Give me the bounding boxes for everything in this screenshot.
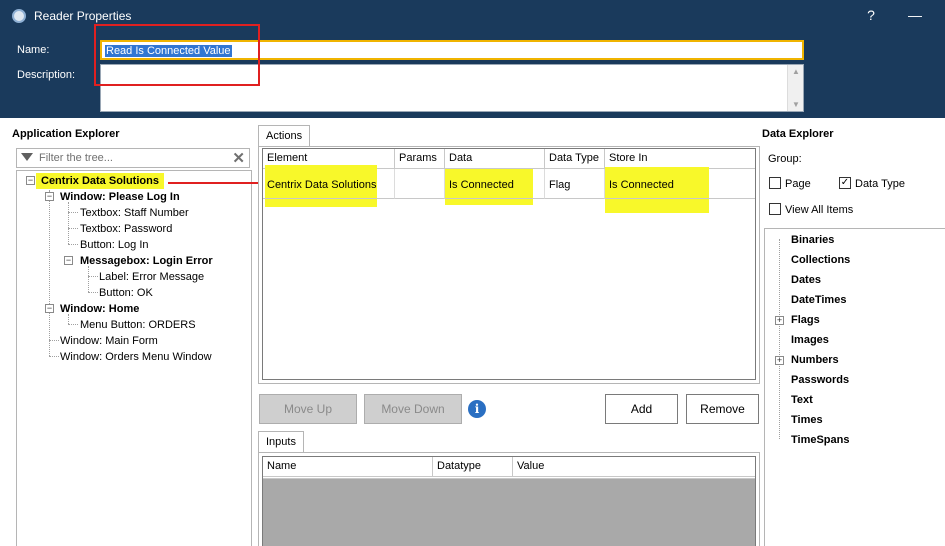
tree-node[interactable]: Window: Main Form [60, 335, 158, 347]
move-down-button[interactable]: Move Down [364, 394, 462, 424]
tree-line [49, 356, 59, 357]
page-checkbox-label: Page [785, 178, 811, 190]
name-label: Name: [17, 44, 50, 56]
data-item[interactable]: Flags [791, 314, 820, 326]
annotation-box [94, 24, 260, 86]
collapse-icon[interactable]: − [26, 176, 35, 185]
tree-line [49, 340, 59, 341]
tree-node[interactable]: Window: Orders Menu Window [60, 351, 212, 363]
row-data-type[interactable]: Flag [545, 169, 605, 199]
tree-line [68, 228, 78, 229]
tree-line [68, 324, 78, 325]
data-type-checkbox-label: Data Type [855, 178, 905, 190]
data-item[interactable]: Images [791, 334, 829, 346]
tree-line [88, 266, 89, 292]
row-store-in[interactable]: Is Connected [605, 169, 755, 199]
collapse-icon[interactable]: − [45, 192, 54, 201]
data-item[interactable]: Times [791, 414, 823, 426]
collapse-icon[interactable]: − [64, 256, 73, 265]
column-header[interactable]: Data [445, 149, 545, 169]
data-item[interactable]: DateTimes [791, 294, 846, 306]
clear-filter-icon[interactable]: ✕ [232, 149, 245, 167]
tree-node[interactable]: Messagebox: Login Error [80, 255, 213, 267]
add-button[interactable]: Add [605, 394, 678, 424]
row-element[interactable]: Centrix Data Solutions [263, 169, 395, 199]
description-scrollbar[interactable]: ▲ ▼ [787, 65, 803, 111]
column-header[interactable]: Store In [605, 149, 755, 169]
data-explorer-title: Data Explorer [762, 128, 834, 140]
tree-line [88, 292, 98, 293]
view-all-checkbox-label: View All Items [785, 204, 854, 216]
data-item[interactable]: Numbers [791, 354, 839, 366]
tree-line [68, 244, 78, 245]
tree-line [68, 314, 69, 324]
filter-icon [21, 153, 33, 161]
tree-line [88, 276, 98, 277]
column-header[interactable]: Data Type [545, 149, 605, 169]
info-icon[interactable]: i [468, 400, 486, 418]
app-icon [12, 9, 26, 23]
collapse-icon[interactable]: − [45, 304, 54, 313]
description-label: Description: [17, 69, 76, 81]
app-explorer-title: Application Explorer [12, 128, 120, 140]
tab-actions[interactable]: Actions [258, 125, 311, 147]
expand-icon[interactable]: + [775, 356, 784, 365]
row-params[interactable] [395, 169, 445, 199]
tree-line [68, 202, 69, 244]
tree-node[interactable]: Button: Log In [80, 239, 149, 251]
tree-line [68, 212, 78, 213]
data-item[interactable]: Binaries [791, 234, 834, 246]
tree-filter-input[interactable]: Filter the tree... ✕ [16, 148, 250, 168]
column-header[interactable]: Value [513, 457, 755, 477]
data-item[interactable]: TimeSpans [791, 434, 850, 446]
annotation-arrow [168, 182, 260, 184]
view-all-checkbox[interactable] [769, 203, 781, 215]
expand-icon[interactable]: + [775, 316, 784, 325]
tree-node[interactable]: Menu Button: ORDERS [80, 319, 196, 331]
tree-node[interactable]: Label: Error Message [99, 271, 204, 283]
inputs-header: Name Datatype Value [263, 457, 755, 479]
filter-placeholder: Filter the tree... [39, 152, 113, 164]
column-header[interactable]: Name [263, 457, 433, 477]
actions-grid: Element Params Data Data Type Store In C… [262, 148, 756, 380]
tab-inputs[interactable]: Inputs [258, 431, 304, 453]
tree-node[interactable]: Textbox: Password [80, 223, 172, 235]
data-item[interactable]: Passwords [791, 374, 849, 386]
inputs-grid: Name Datatype Value [262, 456, 756, 546]
remove-button[interactable]: Remove [686, 394, 759, 424]
tree-node[interactable]: Textbox: Staff Number [80, 207, 189, 219]
group-label: Group: [768, 153, 802, 165]
row-data[interactable]: Is Connected [445, 169, 545, 199]
column-header[interactable]: Datatype [433, 457, 513, 477]
move-up-button[interactable]: Move Up [259, 394, 357, 424]
tree-line [779, 239, 780, 439]
scroll-up-icon[interactable]: ▲ [788, 67, 804, 76]
data-item[interactable]: Text [791, 394, 813, 406]
data-type-checkbox[interactable]: ✓ [839, 177, 851, 189]
data-item[interactable]: Collections [791, 254, 850, 266]
minimize-button[interactable]: — [905, 7, 925, 23]
tree-line [49, 190, 50, 356]
window-title: Reader Properties [34, 9, 132, 23]
scroll-down-icon[interactable]: ▼ [788, 100, 804, 109]
tree-node[interactable]: Window: Please Log In [60, 191, 180, 203]
page-checkbox[interactable] [769, 177, 781, 189]
tree-node[interactable]: Centrix Data Solutions [41, 175, 159, 187]
data-item[interactable]: Dates [791, 274, 821, 286]
help-button[interactable]: ? [864, 7, 878, 23]
tree-node[interactable]: Button: OK [99, 287, 153, 299]
column-header[interactable]: Params [395, 149, 445, 169]
data-tree: Binaries Collections Dates DateTimes + F… [764, 228, 945, 546]
tree-node[interactable]: Window: Home [60, 303, 139, 315]
